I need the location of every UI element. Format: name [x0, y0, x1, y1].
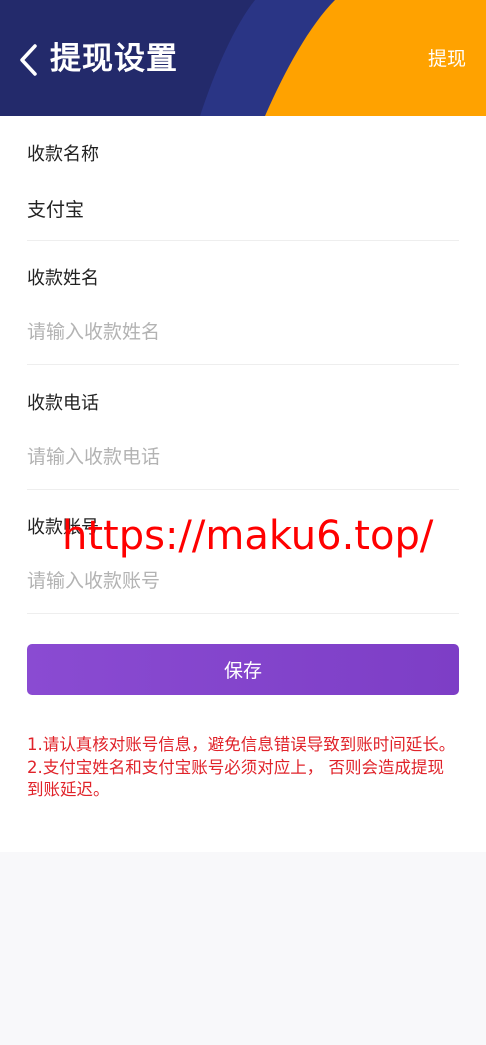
chevron-left-icon — [20, 44, 37, 76]
payee-name-input[interactable] — [27, 316, 459, 348]
withdraw-link[interactable]: 提现 — [428, 44, 466, 74]
field-payee-phone: 收款电话 — [27, 365, 459, 490]
withdraw-settings-form: 收款名称 收款姓名 收款电话 收款账号 保存 1.请认真核对账号信息，避免信息错… — [0, 116, 486, 852]
page-title: 提现设置 — [50, 41, 178, 77]
save-button[interactable]: 保存 — [27, 644, 459, 695]
field-label: 收款姓名 — [27, 268, 99, 289]
back-button[interactable] — [14, 40, 44, 80]
field-label: 收款电话 — [27, 393, 99, 414]
field-payee-method: 收款名称 — [27, 116, 459, 241]
notice-line-2: 2.支付宝姓名和支付宝账号必须对应上， 否则会造成提现到账延迟。 — [27, 757, 444, 800]
top-bar: 提现设置 提现 — [0, 0, 486, 116]
field-payee-name: 收款姓名 — [27, 240, 459, 365]
watermark-url: https://maku6.top/ — [62, 513, 434, 559]
payee-phone-input[interactable] — [27, 441, 459, 473]
notice-text: 1.请认真核对账号信息，避免信息错误导致到账时间延长。 2.支付宝姓名和支付宝账… — [27, 734, 459, 802]
payee-method-input[interactable] — [27, 192, 459, 224]
field-label: 收款名称 — [27, 144, 99, 165]
payee-account-input[interactable] — [27, 565, 459, 597]
notice-line-1: 1.请认真核对账号信息，避免信息错误导致到账时间延长。 — [27, 735, 456, 754]
